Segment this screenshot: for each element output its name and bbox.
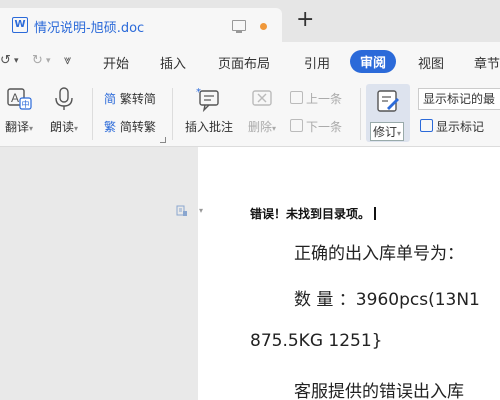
read-aloud-label: 朗读	[49, 120, 74, 134]
previous-comment-icon	[290, 91, 303, 104]
tab-view[interactable]: 视图	[418, 53, 444, 72]
document-paragraph: 数 量 ：3960pcs(13N1	[294, 290, 480, 310]
text-cursor	[374, 207, 376, 220]
insert-comment-icon: *	[196, 86, 222, 113]
track-changes-icon	[375, 88, 401, 117]
new-tab-button[interactable]: +	[296, 9, 314, 31]
paragraph-layout-icon[interactable]	[176, 205, 188, 217]
document-tab[interactable]: W 情况说明-旭硕.doc	[0, 8, 282, 42]
tab-insert[interactable]: 插入	[160, 53, 186, 72]
svg-text:A: A	[11, 91, 19, 105]
next-comment-icon	[290, 119, 303, 132]
show-markup-icon	[420, 119, 433, 132]
translate-label: 翻译	[4, 120, 29, 134]
trad-to-simp-icon: 简	[104, 92, 117, 106]
previous-comment-label: 上一条	[306, 92, 343, 106]
tab-references[interactable]: 引用	[304, 53, 330, 72]
toolbar-divider	[92, 88, 93, 140]
toolbar-divider	[172, 88, 173, 140]
toolbar-divider	[360, 88, 361, 140]
markup-display-mode-select[interactable]: 显示标记的最	[418, 88, 500, 110]
document-paragraph: 875.5KG 1251}	[250, 331, 383, 351]
document-tab-title: 情况说明-旭硕.doc	[34, 21, 145, 36]
document-page[interactable]	[198, 147, 500, 400]
document-canvas[interactable]: ▾ 错误！未找到目录项。 正确的出入库单号为： 数 量 ：3960pcs(13N…	[0, 147, 500, 400]
redo-dropdown-icon[interactable]: ▾	[46, 56, 51, 66]
show-markup-label: 显示标记	[436, 120, 485, 134]
next-comment-label: 下一条	[306, 120, 343, 134]
microphone-icon	[51, 86, 77, 112]
tab-review[interactable]: 审阅	[350, 50, 397, 73]
group-settings-icon[interactable]	[160, 137, 166, 143]
toc-error-text: 错误！未找到目录项。	[250, 205, 376, 222]
track-changes-button[interactable]: 修订▾	[366, 84, 410, 142]
undo-dropdown-icon[interactable]: ▾	[14, 56, 19, 66]
tab-home[interactable]: 开始	[103, 53, 129, 72]
svg-text:中: 中	[22, 99, 30, 109]
delete-label: 删除	[247, 120, 272, 134]
paragraph-layout-dropdown-icon[interactable]: ▾	[199, 206, 203, 215]
document-paragraph: 客服提供的错误出入库	[294, 382, 464, 400]
delete-comment-icon	[249, 86, 275, 112]
insert-comment-button[interactable]: * 插入批注	[180, 86, 238, 135]
word-doc-icon: W	[12, 17, 28, 33]
customize-quick-access-icon[interactable]: ⩔	[64, 53, 71, 68]
delete-comment-button[interactable]: 删除▾	[244, 86, 280, 135]
unsaved-dot-icon	[260, 23, 267, 30]
show-markup-button[interactable]: 显示标记	[420, 118, 484, 135]
toc-error-message: 错误！未找到目录项。	[250, 207, 371, 221]
translate-button[interactable]: A中 翻译▾	[2, 86, 36, 135]
simp-to-trad-icon: 繁	[104, 120, 117, 134]
insert-comment-label: 插入批注	[184, 120, 233, 134]
redo-icon[interactable]: ↻	[32, 53, 43, 68]
document-paragraph: 正确的出入库单号为：	[294, 244, 464, 264]
monitor-icon[interactable]	[232, 20, 246, 33]
read-aloud-button[interactable]: 朗读▾	[46, 86, 82, 135]
simp-to-trad-label: 简转繁	[119, 120, 156, 134]
undo-icon[interactable]: ↺	[0, 53, 11, 68]
tab-page-layout[interactable]: 页面布局	[218, 53, 270, 72]
ribbon-tab-row: ↺ ▾ ↻ ▾ ⩔ 开始 插入 页面布局 引用 审阅 视图 章节	[0, 42, 500, 81]
trad-to-simp-label: 繁转简	[119, 92, 156, 106]
tab-sections[interactable]: 章节	[474, 53, 500, 72]
previous-comment-button[interactable]: 上一条	[290, 90, 342, 107]
document-tab-bar: W 情况说明-旭硕.doc +	[0, 0, 500, 42]
trad-to-simp-button[interactable]: 简 繁转简	[104, 90, 156, 107]
translate-icon: A中	[6, 86, 32, 112]
next-comment-button[interactable]: 下一条	[290, 118, 342, 135]
simp-to-trad-button[interactable]: 繁 简转繁	[104, 118, 156, 135]
track-changes-label: 修订	[373, 125, 398, 139]
svg-text:*: *	[196, 87, 201, 98]
markup-display-mode-value: 显示标记的最	[423, 92, 496, 106]
